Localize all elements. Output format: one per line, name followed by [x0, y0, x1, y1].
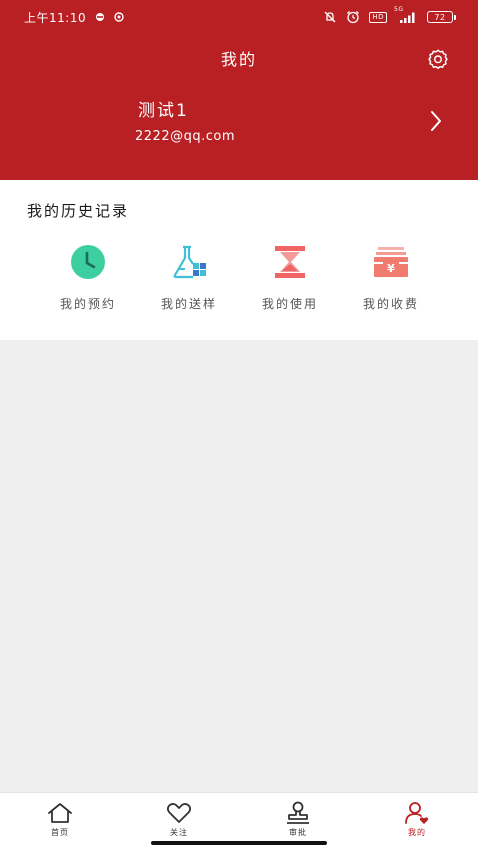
tab-label: 关注 [170, 828, 188, 837]
history-section: 我的历史记录 我的预约 我的送样 我的使用 ¥ 我的收费 [0, 180, 478, 340]
user-name: 测试1 [138, 101, 189, 121]
signal-icon: 5G [394, 6, 418, 23]
history-title: 我的历史记录 [27, 202, 130, 220]
clock-icon [71, 245, 105, 279]
history-item-label: 我的送样 [160, 297, 217, 311]
tab-mine[interactable]: 我的 [387, 801, 447, 838]
status-time: 上午11:10 [24, 10, 87, 25]
svg-text:¥: ¥ [387, 262, 395, 275]
gear-icon [428, 49, 448, 69]
app-notification-icon [95, 12, 105, 22]
home-indicator [151, 841, 327, 845]
mute-icon [323, 10, 337, 24]
stamp-icon [287, 801, 309, 824]
tab-home[interactable]: 首页 [30, 801, 90, 838]
tab-label: 我的 [408, 828, 426, 837]
status-left: 上午11:10 [24, 9, 124, 26]
tab-label: 首页 [51, 828, 69, 837]
user-icon [405, 802, 429, 824]
history-item-appointment[interactable]: 我的预约 [38, 242, 138, 312]
network-label: 5G [394, 6, 404, 13]
battery-icon: 72 [427, 11, 456, 23]
history-item-label: 我的预约 [59, 297, 116, 311]
alarm-icon [346, 10, 360, 24]
history-item-usage[interactable]: 我的使用 [240, 242, 340, 312]
history-item-label: 我的使用 [261, 297, 318, 311]
history-item-sample[interactable]: 我的送样 [139, 242, 239, 312]
flask-icon [173, 245, 206, 279]
battery-level: 72 [434, 12, 446, 22]
settings-button[interactable] [426, 47, 450, 71]
tab-follow[interactable]: 关注 [149, 801, 209, 838]
user-email: 2222@qq.com [135, 129, 235, 144]
tab-approval[interactable]: 审批 [268, 801, 328, 838]
eye-care-icon [114, 12, 124, 22]
tab-label: 审批 [289, 828, 307, 837]
status-right: HD 5G 72 [323, 6, 456, 24]
home-icon [48, 803, 72, 823]
page-title: 我的 [220, 50, 257, 69]
chevron-right-icon [431, 111, 441, 131]
profile-header: 上午11:10 HD 5G 72 我的 测试1 2222@qq.com [0, 0, 478, 180]
history-item-label: 我的收费 [362, 297, 419, 311]
heart-icon [166, 803, 192, 823]
hourglass-icon [275, 246, 305, 278]
history-item-fee[interactable]: ¥ 我的收费 [341, 242, 441, 312]
status-bar: 上午11:10 HD 5G 72 [0, 0, 478, 34]
yen-wallet-icon: ¥ [374, 247, 408, 277]
profile-detail-button[interactable] [426, 109, 446, 133]
hd-badge: HD [369, 11, 387, 23]
